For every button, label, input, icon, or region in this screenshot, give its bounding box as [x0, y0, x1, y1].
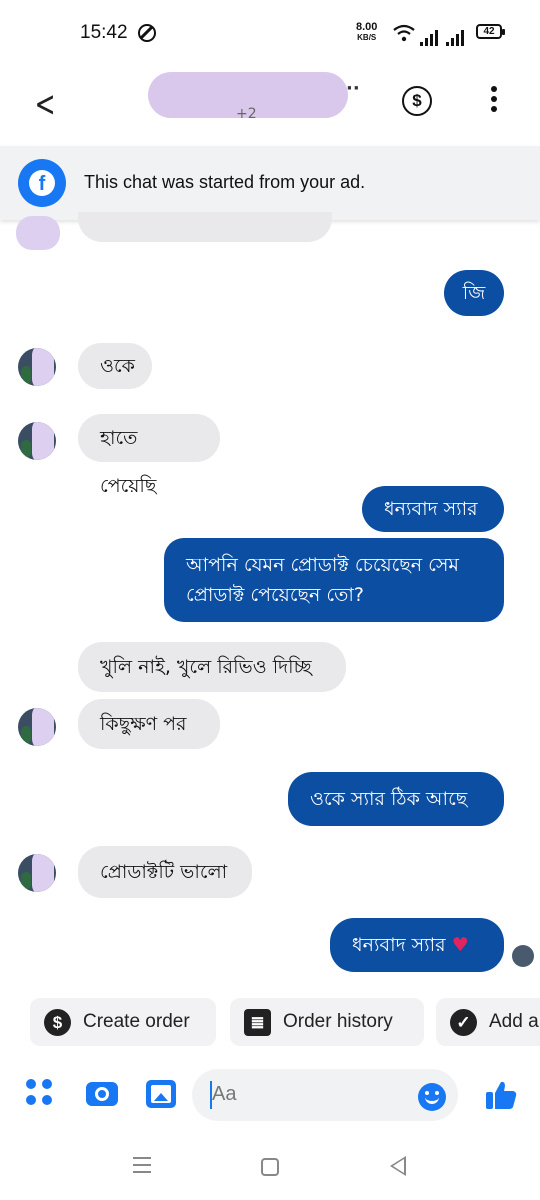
contact-avatar-small — [18, 854, 56, 892]
order-history-label: Order history — [283, 1011, 393, 1032]
heart-icon: ♥ — [451, 934, 469, 956]
emoji-icon[interactable] — [418, 1083, 446, 1111]
contact-avatar-small — [18, 422, 56, 460]
system-back-button[interactable] — [390, 1156, 406, 1176]
seen-avatar — [512, 945, 534, 967]
network-speed-unit: KB/S — [357, 33, 377, 42]
contact-avatar-small — [18, 348, 56, 386]
contact-name-trailing: ·· — [346, 78, 360, 99]
more-options-icon[interactable] — [486, 84, 502, 116]
message-text: ধন্যবাদ স্যার — [352, 934, 446, 956]
message-incoming[interactable]: ওকে — [78, 343, 152, 389]
message-outgoing[interactable]: ধন্যবাদ স্যার ♥ — [330, 918, 504, 972]
create-order-button[interactable]: $ Create order — [30, 998, 216, 1046]
document-list-icon: ≣ — [244, 1009, 271, 1036]
previous-message-partial — [78, 212, 332, 242]
message-outgoing[interactable]: ধন্যবাদ স্যার — [362, 486, 504, 532]
message-outgoing[interactable]: ওকে স্যার ঠিক আছে — [288, 772, 504, 826]
recent-apps-button[interactable] — [133, 1157, 151, 1178]
payment-button[interactable]: $ — [402, 86, 432, 116]
message-line: আপনি যেমন প্রোডাক্ট চেয়েছেন সেম — [186, 554, 459, 576]
message-incoming[interactable]: খুলি নাই, খুলে রিভিও দিচ্ছি — [78, 642, 346, 692]
signal-icon — [420, 27, 466, 46]
check-circle-icon: ✓ — [450, 1009, 477, 1036]
message-input-placeholder: Aa — [212, 1083, 237, 1105]
battery-icon: 42 — [476, 24, 505, 39]
contact-avatar-small — [18, 708, 56, 746]
wifi-icon — [393, 24, 415, 47]
message-incoming[interactable]: কিছুক্ষণ পর — [78, 699, 220, 749]
status-bar: 15:42 8.00 KB/S 42 — [0, 0, 540, 64]
ad-origin-text: This chat was started from your ad. — [84, 172, 366, 192]
network-speed-value: 8.00 — [356, 21, 378, 33]
message-outgoing-multiline[interactable]: আপনি যেমন প্রোডাক্ট চেয়েছেন সেম প্রোডাক… — [164, 538, 504, 622]
add-label-text: Add a — [489, 1011, 539, 1032]
contact-subtitle: +2 — [236, 106, 257, 122]
back-button[interactable]: < — [35, 84, 56, 125]
dollar-icon: $ — [44, 1009, 71, 1036]
message-line: প্রোডাক্ট পেয়েছেন তো? — [186, 584, 364, 606]
add-label-button[interactable]: ✓ Add a — [436, 998, 540, 1046]
network-speed: 8.00 KB/S — [356, 22, 377, 43]
more-actions-icon[interactable] — [26, 1079, 56, 1109]
message-incoming[interactable]: হাতে পেয়েছি — [78, 414, 220, 497]
redacted-avatar — [16, 216, 60, 250]
facebook-icon: f — [18, 159, 66, 207]
order-history-button[interactable]: ≣ Order history — [230, 998, 424, 1046]
camera-icon[interactable] — [86, 1082, 118, 1106]
do-not-disturb-icon — [138, 24, 156, 42]
thumbs-up-icon[interactable] — [484, 1078, 518, 1112]
home-button[interactable] — [261, 1158, 279, 1176]
message-incoming[interactable]: প্রোডাক্টটি ভালো — [78, 846, 252, 898]
message-outgoing[interactable]: জি — [444, 270, 504, 316]
status-time: 15:42 — [80, 22, 128, 43]
gallery-icon[interactable] — [146, 1080, 176, 1108]
create-order-label: Create order — [83, 1011, 190, 1032]
